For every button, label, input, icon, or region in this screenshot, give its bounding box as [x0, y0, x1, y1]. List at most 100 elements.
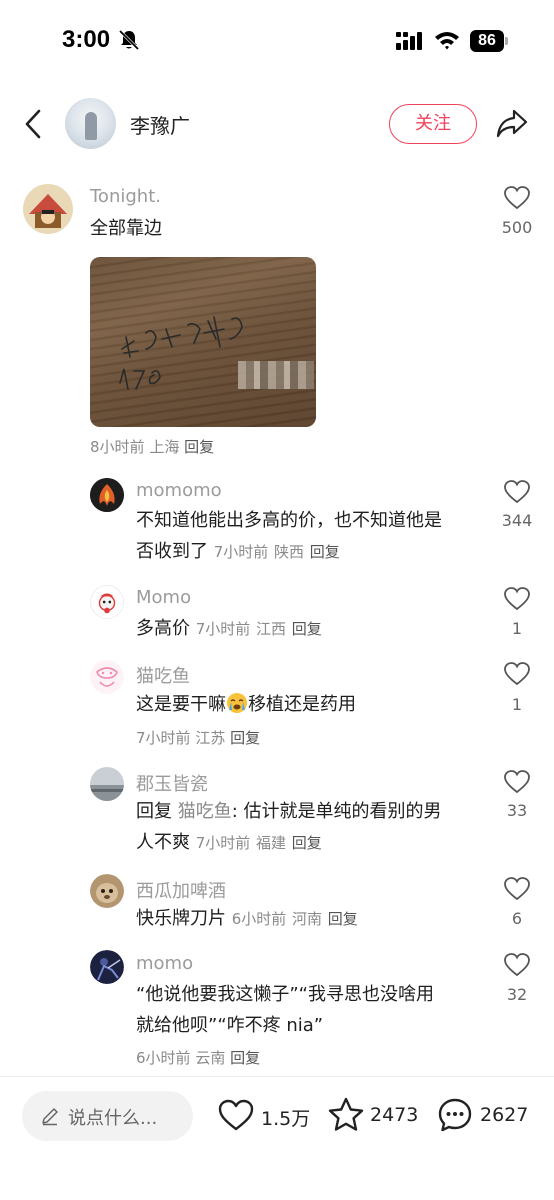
reply-link[interactable]: 回复	[292, 834, 322, 852]
like-count: 32	[506, 985, 528, 1004]
avatar-image	[90, 874, 124, 908]
reply-text-line: 多高价 7小时前 江西 回复	[136, 613, 322, 645]
like-count: 1	[511, 695, 523, 714]
avatar-image	[98, 593, 116, 614]
battery-level: 86	[470, 30, 504, 52]
reply-text: 回复 猫吃鱼: 估计就是单纯的看别的男	[136, 796, 442, 827]
reply-text-cont: 否收到了	[136, 541, 208, 562]
reply-meta: 6小时前 云南 回复	[136, 1047, 260, 1068]
reply-time: 7小时前	[195, 620, 251, 638]
reply-avatar[interactable]	[90, 660, 124, 694]
reply-username[interactable]: 猫吃鱼	[136, 662, 190, 688]
reply-link[interactable]: 回复	[328, 910, 358, 928]
author-avatar[interactable]	[65, 98, 116, 149]
heart-icon[interactable]	[504, 480, 530, 504]
heart-icon[interactable]	[504, 186, 530, 210]
reply-text: “他说他要我这懒子”“我寻思也没啥用	[136, 984, 434, 1005]
reply-link[interactable]: 回复	[230, 1049, 260, 1067]
heart-icon[interactable]	[217, 1096, 255, 1134]
like-count: 500	[501, 218, 533, 237]
status-bar: 3:00 86	[0, 0, 554, 80]
avatar-image	[90, 767, 124, 801]
reply-location: 福建	[256, 834, 287, 852]
post-comment-count: 2627	[480, 1104, 529, 1126]
star-icon[interactable]	[327, 1096, 365, 1134]
like-count: 33	[506, 801, 528, 820]
handwriting-drawing	[119, 316, 243, 390]
post-like-count: 1.5万	[261, 1108, 311, 1130]
heart-icon[interactable]	[504, 953, 530, 977]
reply-link[interactable]: 回复	[292, 620, 322, 638]
comment-meta: 8小时前 上海 回复	[90, 436, 214, 457]
reply-text: 多高价	[136, 618, 190, 639]
comment-username[interactable]: Tonight.	[90, 186, 161, 207]
signal-icon	[396, 32, 422, 50]
avatar-image	[90, 478, 124, 512]
reply-link[interactable]: 回复	[230, 729, 260, 747]
reply-username[interactable]: 西瓜加啤酒	[136, 877, 226, 903]
reply-avatar[interactable]	[90, 874, 124, 908]
reply-text-cont: 移植还是药用	[248, 694, 356, 715]
reply-text: 不知道他能出多高的价，也不知道他是	[136, 510, 442, 531]
like-count: 344	[501, 511, 533, 530]
reply-time: 6小时前	[136, 1049, 191, 1067]
reply-text: 快乐牌刀片	[136, 908, 226, 929]
comment-location: 上海	[149, 438, 180, 456]
comment-input[interactable]: 说点什么...	[22, 1091, 193, 1141]
reply-link[interactable]: 回复	[184, 438, 214, 456]
reply-location: 江苏	[195, 729, 226, 747]
reply-time: 7小时前	[195, 834, 251, 852]
reply-text-line2: 否收到了 7小时前 陕西 回复	[136, 536, 340, 568]
comment-avatar[interactable]	[23, 184, 73, 234]
reply-location: 云南	[195, 1049, 226, 1067]
comment-image[interactable]	[90, 257, 316, 427]
share-icon[interactable]	[496, 108, 528, 138]
heart-icon[interactable]	[504, 770, 530, 794]
reply-text-line: 快乐牌刀片 6小时前 河南 回复	[136, 903, 358, 935]
reply-location: 江西	[256, 620, 287, 638]
reply-text-line2: 就给他呗”“咋不疼 nia”	[136, 1015, 324, 1036]
comment-text: 全部靠边	[90, 218, 162, 239]
pencil-icon	[42, 1108, 58, 1126]
reply-target-user[interactable]: 猫吃鱼	[178, 801, 232, 822]
comment-time: 8小时前	[90, 438, 145, 456]
avatar-image	[90, 660, 124, 694]
reply-location: 陕西	[274, 543, 305, 561]
reply-text-cont: 人不爽	[136, 832, 190, 853]
follow-button[interactable]: 关注	[389, 104, 477, 144]
bottom-divider	[0, 1076, 554, 1077]
reply-username[interactable]: momo	[136, 953, 193, 974]
status-time: 3:00	[62, 26, 111, 53]
reply-avatar[interactable]	[90, 767, 124, 801]
reply-username[interactable]: 郡玉皆瓷	[136, 770, 208, 796]
reply-text-line: 这是要干嘛 移植还是药用	[136, 689, 356, 720]
reply-time: 7小时前	[136, 729, 191, 747]
reply-location: 河南	[292, 910, 323, 928]
blurred-number	[238, 361, 314, 389]
back-icon[interactable]	[22, 106, 46, 142]
post-favorite-count: 2473	[370, 1104, 419, 1126]
reply-username[interactable]: Momo	[136, 587, 191, 608]
reply-text-line2: 人不爽 7小时前 福建 回复	[136, 827, 322, 859]
reply-avatar[interactable]	[90, 585, 124, 619]
reply-time: 6小时前	[231, 910, 287, 928]
reply-avatar[interactable]	[90, 950, 124, 984]
like-count: 1	[511, 619, 523, 638]
reply-avatar[interactable]	[90, 478, 124, 512]
reply-prefix: 回复	[136, 801, 172, 822]
reply-time: 7小时前	[213, 543, 269, 561]
heart-icon[interactable]	[504, 662, 530, 686]
like-count: 6	[511, 909, 523, 928]
bell-slash-icon	[118, 29, 140, 51]
reply-text: 这是要干嘛	[136, 694, 226, 715]
heart-icon[interactable]	[504, 877, 530, 901]
author-name[interactable]: 李豫广	[130, 110, 190, 139]
post-header: 李豫广 关注	[0, 96, 554, 152]
crying-face-icon	[227, 693, 247, 713]
battery-icon: 86	[470, 30, 508, 52]
reply-link[interactable]: 回复	[310, 543, 340, 561]
reply-username[interactable]: momomo	[136, 480, 222, 501]
comment-icon[interactable]	[436, 1096, 474, 1134]
wifi-icon	[435, 32, 459, 50]
heart-icon[interactable]	[504, 587, 530, 611]
